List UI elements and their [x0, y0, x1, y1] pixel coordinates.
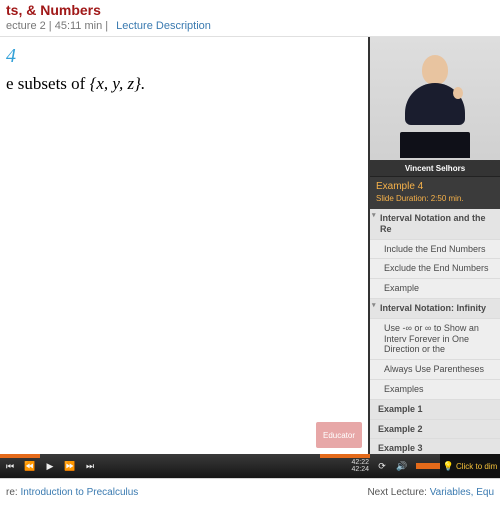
lecture-outline[interactable]: Interval Notation and the ReInclude the … [370, 209, 500, 454]
next-button[interactable]: ⏭ [82, 458, 98, 474]
educator-watermark: Educator [316, 422, 362, 448]
lecture-meta: ecture 2 | 45:11 min [6, 20, 102, 32]
next-lecture: Next Lecture: Variables, Equ [367, 487, 494, 498]
outline-item[interactable]: Include the End Numbers [370, 240, 500, 260]
instructor-name: Vincent Selhors [370, 160, 500, 176]
outline-example[interactable]: Example 1 [370, 400, 500, 420]
outline-section[interactable]: Interval Notation: Infinity [370, 299, 500, 319]
outline-item[interactable]: Example [370, 279, 500, 299]
loop-button[interactable]: ⟳ [374, 458, 390, 474]
progress-segment [0, 454, 40, 458]
rewind-button[interactable]: ⏪ [22, 458, 38, 474]
mute-button[interactable]: 🔊 [394, 458, 410, 474]
prev-button[interactable]: ⏮ [2, 458, 18, 474]
forward-button[interactable]: ⏩ [62, 458, 78, 474]
main-area: 4 e subsets of {x, y, z}. Educator Vince… [0, 36, 500, 454]
progress-segment [320, 454, 370, 458]
instructor-figure [405, 55, 465, 125]
dim-toggle[interactable]: Click to dim [440, 454, 500, 478]
course-title: ts, & Numbers [0, 2, 500, 18]
outline-example[interactable]: Example 2 [370, 420, 500, 440]
example-number: 4 [6, 45, 362, 68]
play-button[interactable]: ▶ [42, 458, 58, 474]
outline-item[interactable]: Examples [370, 380, 500, 400]
outline-example[interactable]: Example 3 [370, 439, 500, 454]
player-controls: ⏮ ⏪ ▶ ⏩ ⏭ 42:22 42:24 ⟳ 🔊 ⚙ ⛶ Click to d… [0, 454, 500, 478]
next-lecture-link[interactable]: Variables, Equ [430, 487, 494, 498]
slide-meta: Example 4 Slide Duration: 2:50 min. [370, 177, 500, 209]
slide-meta-title: Example 4 [376, 181, 494, 192]
page-header: ts, & Numbers ecture 2 | 45:11 min |Lect… [0, 0, 500, 32]
laptop-icon [400, 132, 470, 158]
time-display: 42:22 42:24 [351, 459, 369, 473]
outline-item[interactable]: Use -∞ or ∞ to Show an Interv Forever in… [370, 319, 500, 360]
outline-section[interactable]: Interval Notation and the Re [370, 209, 500, 240]
lecture-description-link[interactable]: Lecture Description [116, 20, 211, 32]
slide-pane: 4 e subsets of {x, y, z}. Educator [0, 37, 370, 454]
lecture-subhead: ecture 2 | 45:11 min |Lecture Descriptio… [0, 20, 500, 32]
outline-item[interactable]: Exclude the End Numbers [370, 259, 500, 279]
outline-item[interactable]: Always Use Parentheses [370, 360, 500, 380]
footer-nav: re: Introduction to Precalculus Next Lec… [0, 478, 500, 506]
slide-meta-duration: Slide Duration: 2:50 min. [376, 194, 494, 203]
video-thumbnail[interactable]: Vincent Selhors [370, 37, 500, 177]
example-prompt: e subsets of {x, y, z}. [6, 74, 362, 94]
prev-lecture-link[interactable]: Introduction to Precalculus [20, 487, 138, 498]
sidebar: Vincent Selhors Example 4 Slide Duration… [370, 37, 500, 454]
prev-lecture: re: Introduction to Precalculus [6, 487, 138, 498]
